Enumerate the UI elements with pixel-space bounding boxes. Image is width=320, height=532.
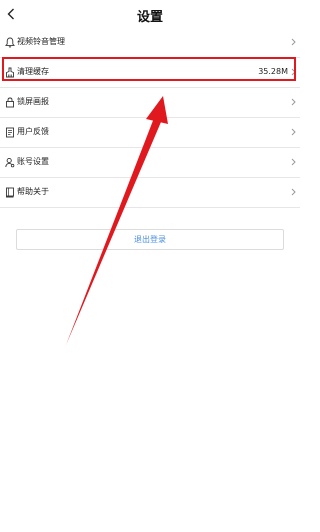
settings-item-label: 锁屏画报 bbox=[17, 97, 49, 106]
chevron-right-icon bbox=[290, 66, 296, 78]
page-title: 设置 bbox=[136, 10, 163, 25]
settings-item-label: 清理缓存 bbox=[17, 67, 49, 76]
settings-list: 视频铃音管理 清理缓存 35.28M 锁屏画报 用户反馈 账号设置 帮助关于 bbox=[0, 28, 300, 208]
settings-item-label: 用户反馈 bbox=[17, 127, 49, 136]
header: 设置 bbox=[0, 0, 300, 30]
broom-icon bbox=[4, 66, 16, 78]
lock-icon bbox=[4, 96, 16, 108]
feedback-icon bbox=[4, 126, 16, 138]
settings-item-account[interactable]: 账号设置 bbox=[0, 148, 300, 178]
chevron-right-icon bbox=[290, 126, 296, 138]
bell-icon bbox=[4, 36, 16, 48]
chevron-right-icon bbox=[290, 186, 296, 198]
chevron-right-icon bbox=[290, 36, 296, 48]
settings-item-label: 视频铃音管理 bbox=[17, 37, 65, 46]
chevron-right-icon bbox=[290, 96, 296, 108]
settings-item-lockscreen[interactable]: 锁屏画报 bbox=[0, 88, 300, 118]
settings-item-feedback[interactable]: 用户反馈 bbox=[0, 118, 300, 148]
settings-item-label: 账号设置 bbox=[17, 157, 49, 166]
settings-item-clear-cache[interactable]: 清理缓存 35.28M bbox=[0, 58, 300, 88]
help-book-icon bbox=[4, 186, 16, 198]
settings-item-label: 帮助关于 bbox=[17, 187, 49, 196]
user-gear-icon bbox=[4, 156, 16, 168]
logout-button[interactable]: 退出登录 bbox=[16, 229, 284, 250]
cache-size-value: 35.28M bbox=[258, 67, 288, 76]
settings-item-help[interactable]: 帮助关于 bbox=[0, 178, 300, 208]
chevron-right-icon bbox=[290, 156, 296, 168]
settings-item-video-ringtone[interactable]: 视频铃音管理 bbox=[0, 28, 300, 58]
